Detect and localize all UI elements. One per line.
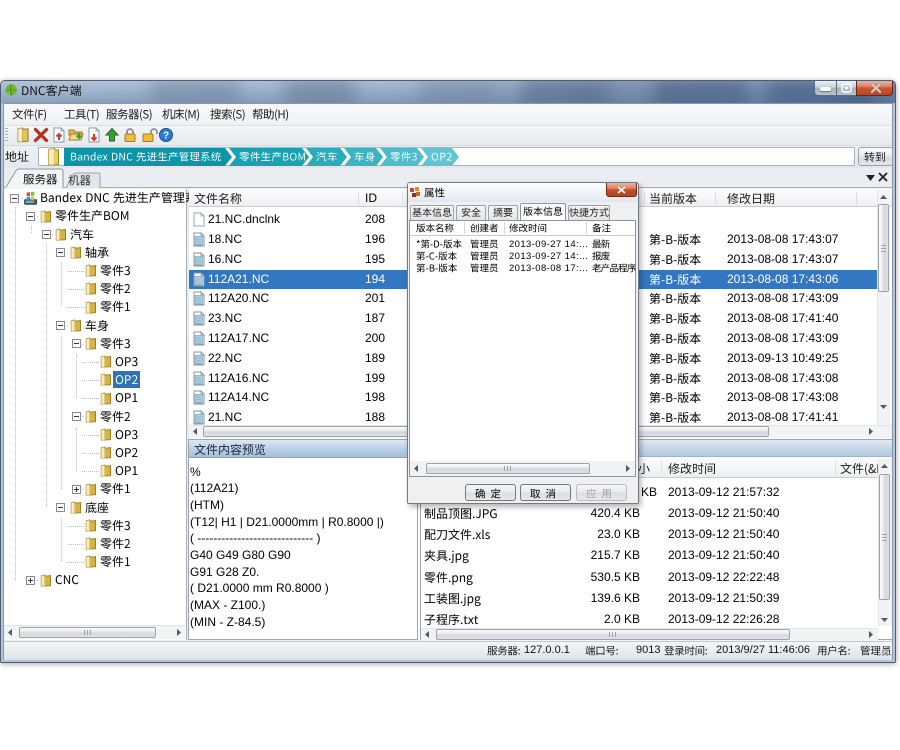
svg-text:?: ? bbox=[163, 131, 169, 142]
